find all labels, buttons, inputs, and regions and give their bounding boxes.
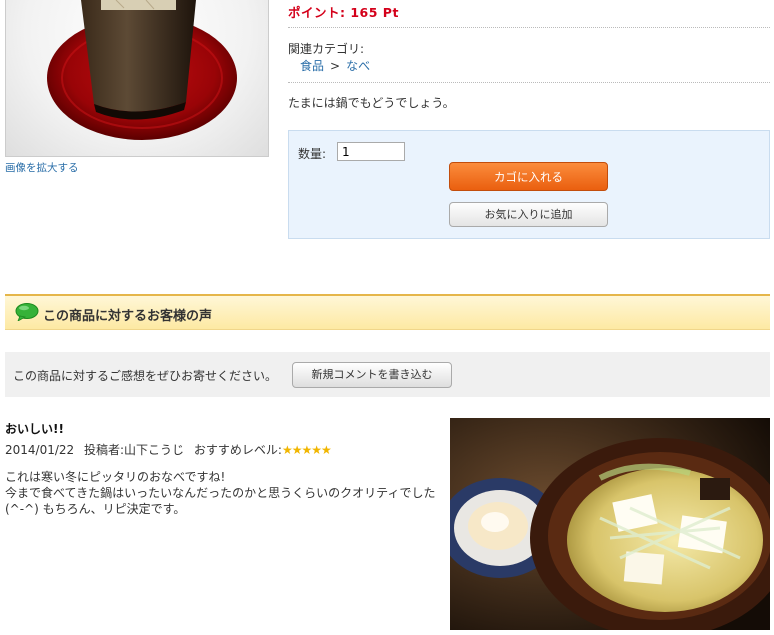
review-body-line: (^-^) もちろん、リピ決定です。 (5, 502, 186, 516)
divider (288, 82, 770, 83)
product-image[interactable] (5, 0, 269, 157)
category-breadcrumb: 食品 > なべ (300, 57, 370, 74)
product-photo-pot (47, 0, 237, 140)
comment-prompt-text: この商品に対するご感想をぜひお寄せください。 (13, 369, 278, 383)
review-rating-label: おすすめレベル: (193, 443, 282, 457)
review-meta: 2014/01/22 投稿者:山下こうじ おすすめレベル:★★★★★ (5, 441, 332, 458)
speech-bubble-icon (15, 303, 39, 324)
product-description: たまには鍋でもどうでしょう。 (288, 96, 455, 110)
review-photo-hotpot (450, 418, 770, 630)
review-poster-label: 投稿者: (84, 443, 125, 457)
review-body-line: 今まで食べてきた鍋はいったいなんだったのかと思うくらいのクオリティでした (5, 486, 436, 500)
review-poster: 山下こうじ (124, 443, 185, 457)
review-body: これは寒い冬にピッタリのおなべですね! 今まで食べてきた鍋はいったいなんだったの… (5, 469, 445, 517)
enlarge-image-link[interactable]: 画像を拡大する (5, 160, 79, 175)
review-body-line: これは寒い冬にピッタリのおなべですね! (5, 470, 226, 484)
category-link-nabe[interactable]: なべ (346, 59, 370, 73)
add-to-cart-button[interactable]: カゴに入れる (449, 162, 608, 191)
quantity-input[interactable] (337, 142, 405, 161)
category-label: 関連カテゴリ: (288, 42, 365, 56)
new-comment-button[interactable]: 新規コメントを書き込む (292, 362, 452, 388)
add-to-favorites-button[interactable]: お気に入りに追加 (449, 202, 608, 227)
reviews-section-title: この商品に対するお客様の声 (43, 309, 213, 324)
quantity-label: 数量: (298, 147, 327, 161)
review-date: 2014/01/22 (5, 443, 75, 457)
rating-stars-icon: ★★★★★ (281, 443, 332, 457)
review-photo (450, 418, 770, 630)
points-value: ポイント: 165 Pt (288, 5, 399, 20)
divider (288, 27, 770, 28)
breadcrumb-separator: > (330, 59, 341, 73)
category-link-food[interactable]: 食品 (300, 59, 324, 73)
review-title: おいしい!! (5, 422, 64, 436)
